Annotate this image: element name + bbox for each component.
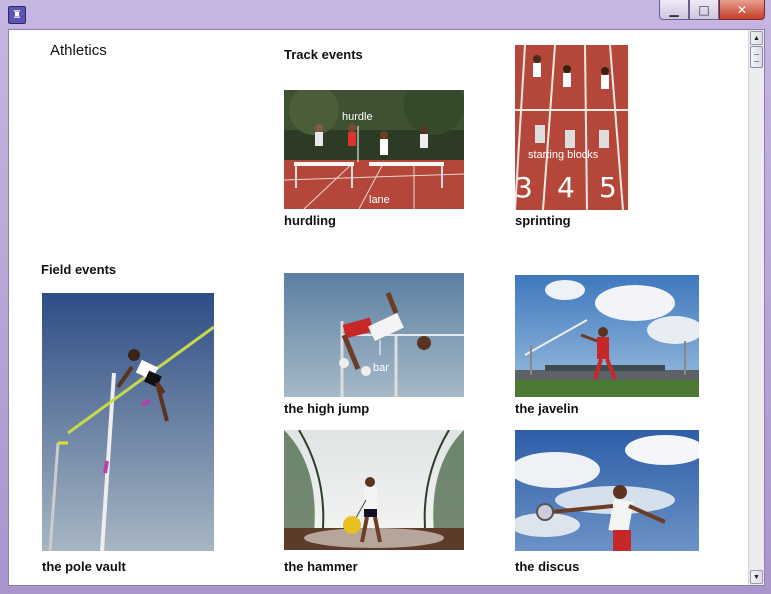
maximize-icon: □ bbox=[698, 2, 710, 17]
javelin-caption: the javelin bbox=[515, 401, 579, 416]
lane-number-5: 5 bbox=[599, 171, 617, 204]
discus-caption: the discus bbox=[515, 559, 580, 574]
hammer-photo bbox=[284, 430, 464, 550]
maximize-button[interactable]: □ bbox=[689, 0, 719, 20]
field-events-heading: Field events bbox=[41, 262, 117, 277]
close-icon: ✕ bbox=[736, 2, 748, 17]
hurdling-photo: hurdle lane bbox=[284, 90, 464, 209]
high-jump-caption: the high jump bbox=[284, 401, 370, 416]
high-jump-photo: bar bbox=[284, 273, 464, 397]
content-area: Athletics Track events hurdle lane hurdl… bbox=[8, 29, 765, 586]
minimize-icon: ▁ bbox=[669, 2, 679, 17]
pole-vault-caption: the pole vault bbox=[42, 559, 126, 574]
app-icon[interactable]: ♜ bbox=[8, 6, 26, 24]
pole-vault-photo bbox=[42, 293, 214, 551]
lane-number-3: 3 bbox=[515, 171, 533, 204]
page-title: Athletics bbox=[50, 42, 107, 59]
hurdle-label: hurdle bbox=[342, 111, 373, 123]
arrow-down-icon: ▼ bbox=[753, 574, 760, 581]
lane-number-4: 4 bbox=[557, 171, 575, 204]
window-controls: ▁ □ ✕ bbox=[659, 0, 765, 20]
scroll-up-button[interactable]: ▲ bbox=[750, 31, 763, 45]
sprinting-photo: 3 4 5 starting blocks bbox=[515, 45, 628, 210]
scroll-down-button[interactable]: ▼ bbox=[750, 570, 763, 584]
starting-blocks-label: starting blocks bbox=[528, 149, 599, 161]
arrow-up-icon: ▲ bbox=[753, 35, 760, 42]
hurdling-caption: hurdling bbox=[284, 213, 336, 228]
lane-label: lane bbox=[369, 194, 390, 206]
hammer-caption: the hammer bbox=[284, 559, 358, 574]
scroll-thumb[interactable] bbox=[750, 46, 763, 68]
vertical-scrollbar[interactable]: ▲ ▼ bbox=[748, 30, 764, 585]
minimize-button[interactable]: ▁ bbox=[659, 0, 689, 20]
sprinting-caption: sprinting bbox=[515, 213, 571, 228]
close-button[interactable]: ✕ bbox=[719, 0, 765, 20]
javelin-photo bbox=[515, 275, 699, 397]
bar-label: bar bbox=[373, 362, 389, 374]
discus-photo bbox=[515, 430, 699, 551]
track-events-heading: Track events bbox=[284, 47, 363, 62]
app-window: ♜ ▁ □ ✕ Athletics Track events hurdle la… bbox=[0, 0, 771, 594]
title-bar[interactable]: ♜ ▁ □ ✕ bbox=[0, 0, 771, 28]
